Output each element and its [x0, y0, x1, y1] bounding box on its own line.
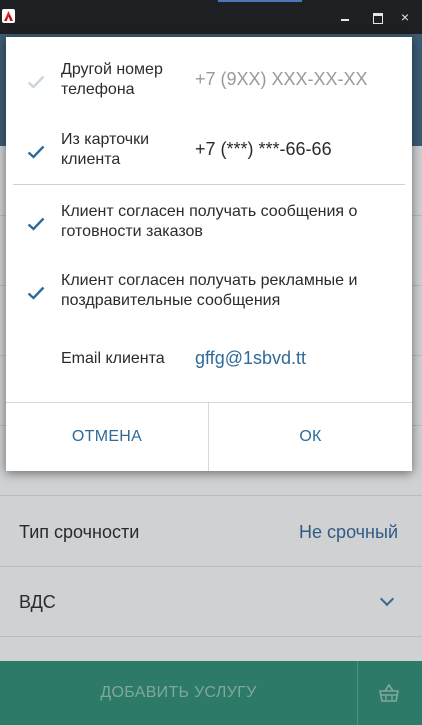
background-footer: ДОБАВИТЬ УСЛУГУ: [0, 661, 422, 725]
urgency-row[interactable]: Тип срочности Не срочный: [0, 497, 422, 567]
chevron-down-icon[interactable]: [379, 591, 395, 607]
option-label: Клиент согласен получать сообщения о гот…: [61, 203, 358, 240]
option-order-ready-consent[interactable]: Клиент согласен получать сообщения о гот…: [6, 201, 412, 247]
close-icon[interactable]: ×: [397, 9, 413, 25]
option-other-phone[interactable]: Другой номер телефона +7 (9XX) XXX-XX-XX: [6, 59, 412, 105]
check-icon[interactable]: [27, 75, 45, 89]
urgency-value[interactable]: Не срочный: [299, 497, 398, 567]
option-label: Из карточки клиента: [61, 131, 150, 168]
phone-placeholder[interactable]: +7 (9XX) XXX-XX-XX: [195, 68, 368, 90]
vds-label: ВДС: [19, 592, 56, 612]
urgency-label: Тип срочности: [19, 522, 140, 542]
email-label: Email клиента: [61, 350, 165, 367]
option-client-card-phone[interactable]: Из карточки клиента +7 (***) ***-66-66: [6, 129, 412, 175]
check-icon[interactable]: [27, 217, 45, 231]
dialog-divider: [13, 184, 405, 185]
titlebar-accent: [218, 0, 302, 2]
option-advertising-consent[interactable]: Клиент согласен получать рекламные и поз…: [6, 270, 412, 316]
client-phone-value: +7 (***) ***-66-66: [195, 139, 332, 159]
add-service-button[interactable]: ДОБАВИТЬ УСЛУГУ: [0, 661, 357, 725]
vds-row[interactable]: ВДС: [0, 567, 422, 637]
window-titlebar: ×: [0, 0, 422, 34]
cancel-button[interactable]: ОТМЕНА: [6, 403, 208, 471]
maximize-icon[interactable]: [369, 9, 385, 25]
check-icon[interactable]: [27, 286, 45, 300]
dialog-actions: ОТМЕНА ОК: [6, 402, 412, 471]
option-label: Другой номер телефона: [61, 61, 163, 98]
email-value[interactable]: gffg@1sbvd.tt: [195, 348, 306, 369]
option-label: Клиент согласен получать рекламные и поз…: [61, 272, 358, 309]
minimize-icon[interactable]: [337, 9, 353, 25]
footer-separator: [357, 661, 358, 725]
basket-icon[interactable]: [378, 683, 400, 703]
ok-button[interactable]: ОК: [209, 403, 412, 471]
check-icon[interactable]: [27, 145, 45, 159]
contact-consent-dialog: Другой номер телефона +7 (9XX) XXX-XX-XX…: [6, 37, 412, 471]
app-logo-icon: [2, 9, 15, 23]
